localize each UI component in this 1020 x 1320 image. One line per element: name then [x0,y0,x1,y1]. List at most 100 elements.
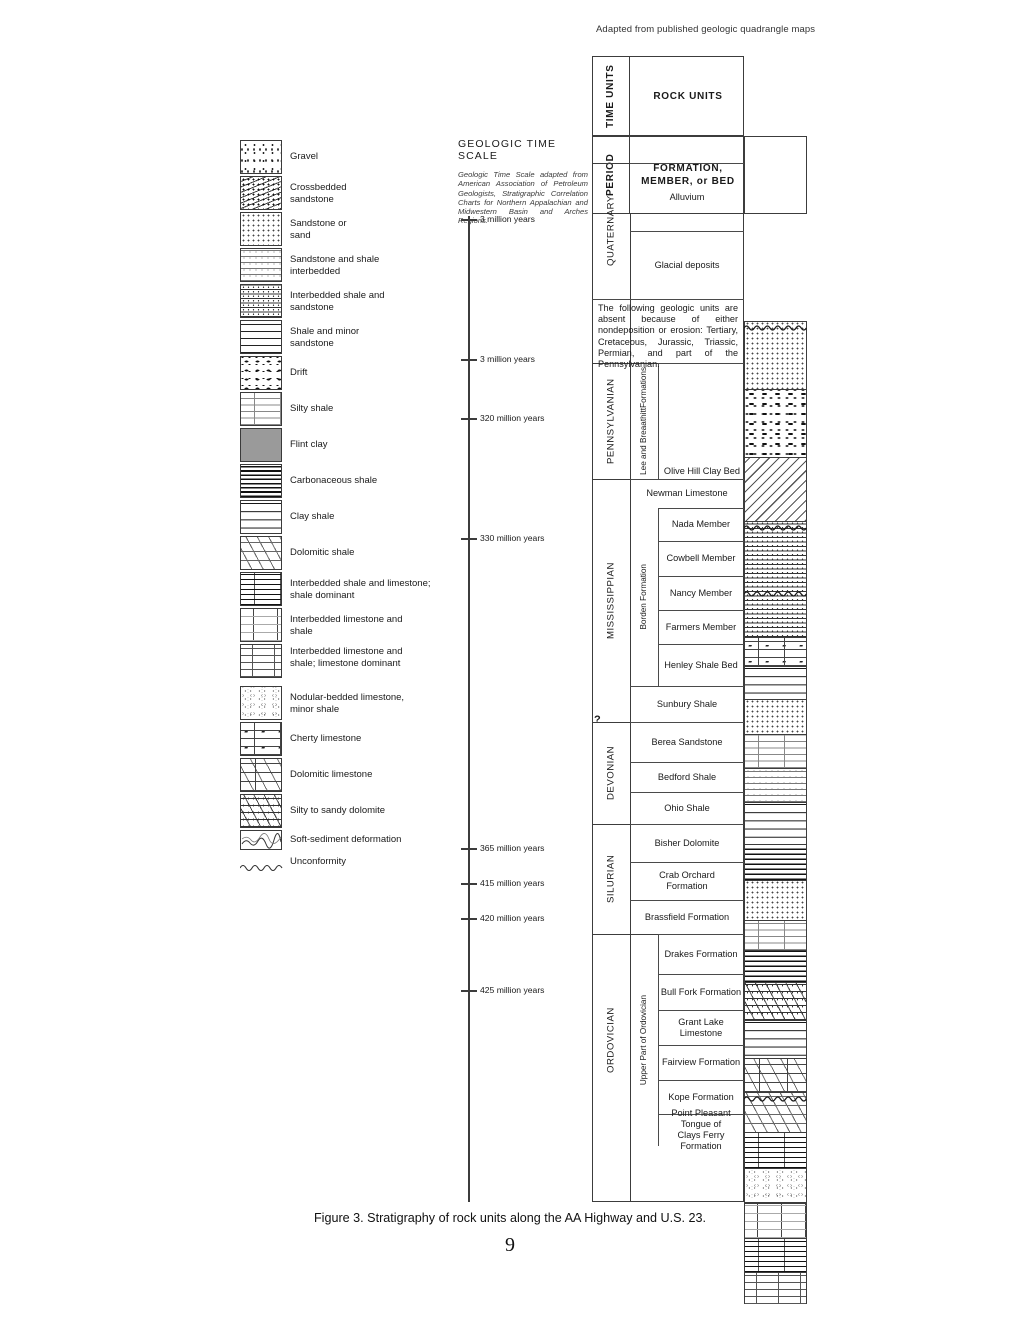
time-scale-tick [461,418,477,420]
figure-caption: Figure 3. Stratigraphy of rock units alo… [313,1211,707,1225]
lithology-block-silty-shale [744,920,807,950]
lithology-block-hatch [744,457,807,521]
time-scale-tick-label: 320 million years [480,413,545,423]
lithology-separator [744,734,807,736]
unit-label: Brassfield Formation [644,911,730,922]
unit-row: Grant Lake Limestone [658,1010,744,1045]
unit-label: Newman Limestone [646,488,728,498]
legend-label: Silty shale [290,403,334,414]
lithology-block-interbedded-shale-and-limestone [744,1132,807,1168]
lithology-block-sandstone-or-sand [744,880,807,920]
legend-item-interbedded-shale-and-sandstone: Interbedded shale and sandstone [240,284,470,320]
unit-label: Drakes Formation [664,948,738,959]
unit-row: Olive Hill Clay Bed [658,363,744,479]
lithology-block-interbedded-shale-and-sandstone [744,521,807,637]
unconformity-marker [743,1089,807,1102]
unit-label-line1: Crab Orchard [659,870,715,880]
figure-page: Adapted from published geologic quadrang… [0,0,1020,1320]
dolomitic-limestone-swatch-icon [240,758,282,792]
unit-row: Henley Shale Bed [658,644,744,686]
group-label-text: Upper Part of Ordovician [639,994,649,1086]
legend-item-dolomitic-shale: Dolomitic shale [240,536,470,572]
unit-label-line2: Clays Ferry Formation [677,1130,725,1151]
unit-row: Glacial deposits [630,231,744,299]
legend-item-soft-sediment-deformation: Soft-sediment deformation [240,830,470,856]
lithology-separator [744,920,807,922]
legend-label: Sandstone and shale interbedded [290,254,380,277]
group-label-text: Lee and Breaathitt Formations [639,367,648,475]
legend-label: Unconformity [290,856,346,867]
legend-label: Interbedded limestone and shale [290,614,403,637]
legend-label: Dolomitic shale [290,547,355,558]
time-scale-axis-wrap: 3 million years 3 million years 320 millio… [458,0,598,1320]
unit-label: Berea Sandstone [651,736,723,747]
time-scale-tick-label: 3 million years [480,354,535,364]
unit-label-line2: Formation [666,881,708,891]
time-scale-tick [461,848,477,850]
time-scale-tick-label: 420 million years [480,913,545,923]
group-label-line2: Formations [639,367,649,409]
unit-label: Glacial deposits [654,259,720,270]
interbedded-shale-and-limestone-swatch-icon [240,572,282,606]
time-units-header-label: TIME UNITS [605,64,616,128]
lithology-separator [744,637,807,639]
legend-item-sandstone-and-shale-interbedded: Sandstone and shale interbedded [240,248,470,284]
lithology-header-cell [744,136,807,214]
lithology-separator [744,1202,807,1204]
unit-row: Bisher Dolomite [630,824,744,862]
legend-label: Nodular-bedded limestone, minor shale [290,692,405,715]
time-scale-tick [461,918,477,920]
soft-sediment-deformation-swatch-icon [240,830,282,850]
time-scale-tick-label: 330 million years [480,533,545,543]
sandstone-and-shale-interbedded-swatch-icon [240,248,282,282]
time-scale-tick [461,990,477,992]
unit-label: Sunbury Shale [656,698,718,709]
legend-label: Cherty limestone [290,733,362,744]
unit-label: Henley Shale Bed [664,659,738,670]
unit-label: Bisher Dolomite [654,837,720,848]
silty-to-sandy-dolomite-swatch-icon [240,794,282,828]
legend-label: Interbedded shale and sandstone [290,290,385,313]
legend-item-gravel: Gravel [240,140,470,176]
lithology-separator [744,1272,807,1274]
legend-item-silty-shale: Silty shale [240,392,470,428]
lithology-block-sandstone-and-shale-interbedded [744,768,807,802]
legend-label: Dolomitic limestone [290,769,373,780]
unit-row: Drakes Formation [658,934,744,974]
unit-row: Newman Limestone [630,479,744,508]
unit-row: Ohio Shale [630,792,744,824]
unit-row: Bedford Shale [630,762,744,792]
unit-label: Bedford Shale [657,771,717,782]
unit-label: Nada Member [671,519,731,529]
legend-label: Crossbedded sandstone [290,182,347,205]
unit-row: Crab Orchard Formation [630,862,744,900]
unit-label: Bull Fork Formation [660,986,742,997]
rock-units-header-label: ROCK UNITS [653,90,723,102]
legend-label: Carbonaceous shale [290,475,378,486]
unit-label: Grant Lake Limestone [678,1016,724,1038]
legend-label: Drift [290,367,308,378]
period-label-mississippian: MISSISSIPPIAN [605,562,617,639]
time-scale-tick [461,538,477,540]
period-label-ordovician: ORDOVICIAN [605,1007,617,1073]
time-scale-tick [461,359,477,361]
lithology-legend: Gravel Crossbedded sandstone Sandstone o… [239,140,470,882]
unit-row: Farmers Member [658,610,744,644]
lithology-block-clay-shale [744,666,807,699]
unit-label: Farmers Member [665,621,737,632]
interbedded-limestone-and-shale-swatch-icon [240,608,282,642]
lithology-separator [744,457,807,459]
lithology-block-dolomitic-limestone [744,1058,807,1092]
lithology-block-interbedded-limestone-dominant [744,1272,807,1304]
lithology-separator [744,982,807,984]
unconformity-marker [743,518,807,531]
lithology-separator [744,1020,807,1022]
carbonaceous-shale-swatch-icon [240,464,282,498]
unit-row: Fairview Formation [658,1045,744,1080]
unit-row: Point Pleasant Tongue of Clays Ferry Form… [658,1108,744,1151]
lithology-block-silty-to-sandy-dolomite [744,982,807,1020]
legend-item-interbedded-limestone-and-shale: Interbedded limestone and shale [240,608,470,644]
group-label-cell: Borden Formation [630,508,659,686]
group-label-cell: Upper Part of Ordovician [630,934,659,1146]
legend-item-unconformity: Unconformity [239,856,470,882]
